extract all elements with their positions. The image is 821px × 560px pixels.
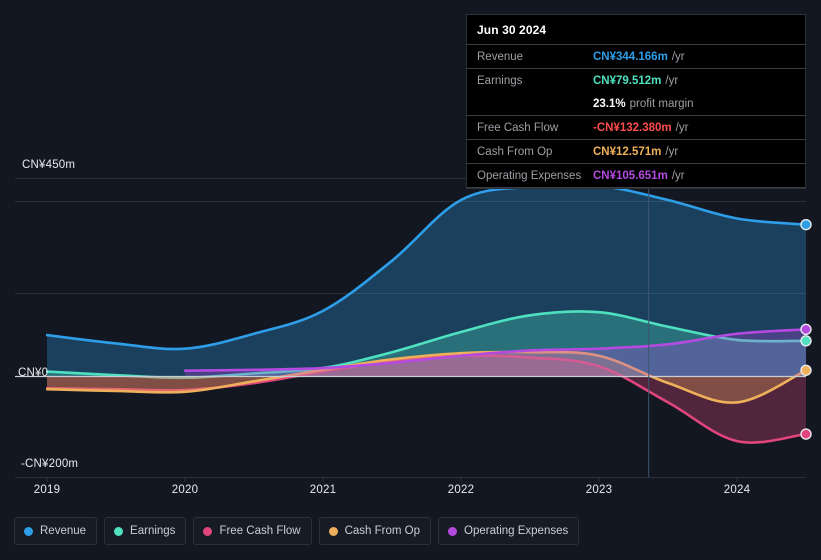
legend-color-dot-icon	[114, 526, 124, 536]
tooltip-row-label: Earnings	[477, 74, 523, 87]
tooltip-row-unit: /yr	[665, 145, 679, 158]
series-endpoint-marker	[800, 335, 812, 347]
tooltip-row: 23.1% profit margin	[467, 92, 805, 115]
legend-item-free-cash-flow[interactable]: Free Cash Flow	[193, 517, 312, 545]
financial-chart-page: CN¥450m CN¥0 -CN¥200m 2019 2020 2021 2022 20…	[0, 0, 821, 560]
tooltip-row-label: Operating Expenses	[477, 169, 582, 182]
legend-item-revenue[interactable]: Revenue	[14, 517, 98, 545]
legend-item-cash-from-op[interactable]: Cash From Op	[318, 517, 432, 545]
legend-color-dot-icon	[203, 526, 213, 536]
tooltip-row-value: CN¥344.166m	[593, 50, 668, 63]
legend-color-dot-icon	[24, 526, 33, 536]
tooltip-row-unit: /yr	[675, 121, 689, 134]
legend-color-dot-icon	[328, 526, 338, 536]
y-axis-label-max: CN¥450m	[22, 159, 76, 171]
x-axis-tick-label: 2019	[33, 484, 61, 496]
y-axis-label-zero: CN¥0	[18, 367, 49, 379]
data-tooltip: Jun 30 2024 Revenue CN¥344.166m/yr Earning…	[466, 14, 806, 189]
legend-item-label: Revenue	[40, 525, 87, 537]
x-axis-tick-label: 2024	[723, 484, 751, 496]
tooltip-row: Earnings CN¥79.512m/yr	[467, 68, 805, 92]
x-axis-labels: 2019 2020 2021 2022 2023 2024	[0, 484, 821, 502]
tooltip-row-unit: profit margin	[629, 97, 694, 110]
legend-color-dot-icon	[448, 526, 458, 536]
tooltip-row: Operating Expenses CN¥105.651m/yr	[467, 163, 805, 187]
chart-legend[interactable]: Revenue Earnings Free Cash Flow Cash From O…	[14, 517, 580, 545]
legend-item-operating-expenses[interactable]: Operating Expenses	[438, 517, 580, 545]
series-endpoint-marker	[800, 323, 812, 336]
legend-item-label: Earnings	[130, 525, 176, 537]
x-axis-tick-label: 2020	[171, 484, 199, 496]
tooltip-row-label: Free Cash Flow	[477, 121, 559, 134]
series-endpoint-marker	[800, 428, 812, 440]
tooltip-row-unit: /yr	[671, 169, 685, 182]
x-axis-tick-label: 2023	[585, 484, 613, 496]
tooltip-row-value: -CN¥132.380m	[593, 121, 672, 134]
x-axis-tick-label: 2022	[447, 484, 475, 496]
legend-item-label: Operating Expenses	[464, 525, 569, 537]
legend-item-label: Cash From Op	[344, 525, 421, 537]
tooltip-bottom-rule	[467, 187, 805, 188]
legend-item-earnings[interactable]: Earnings	[104, 517, 187, 545]
tooltip-row-value: CN¥79.512m	[593, 74, 662, 87]
legend-item-label: Free Cash Flow	[219, 525, 301, 537]
tooltip-row-value: CN¥105.651m	[593, 169, 668, 182]
tooltip-row: Revenue CN¥344.166m/yr	[467, 44, 805, 68]
y-axis-label-min: -CN¥200m	[21, 458, 79, 470]
tooltip-row: Cash From Op CN¥12.571m/yr	[467, 139, 805, 163]
series-endpoint-marker	[800, 364, 812, 376]
tooltip-row: Free Cash Flow -CN¥132.380m/yr	[467, 115, 805, 139]
tooltip-row-unit: /yr	[671, 50, 685, 63]
tooltip-rows: Revenue CN¥344.166m/yr Earnings CN¥79.512m /…	[467, 44, 805, 187]
tooltip-row-label: Cash From Op	[477, 145, 553, 158]
x-axis-tick-label: 2021	[309, 484, 337, 496]
tooltip-title: Jun 30 2024	[477, 23, 547, 37]
tooltip-row-value: CN¥12.571m	[593, 145, 662, 158]
series-endpoint-marker	[800, 218, 812, 231]
tooltip-row-value: 23.1%	[593, 97, 626, 110]
series-group	[46, 183, 806, 444]
tooltip-row-unit: /yr	[665, 74, 679, 87]
tooltip-row-label: Revenue	[477, 50, 524, 63]
